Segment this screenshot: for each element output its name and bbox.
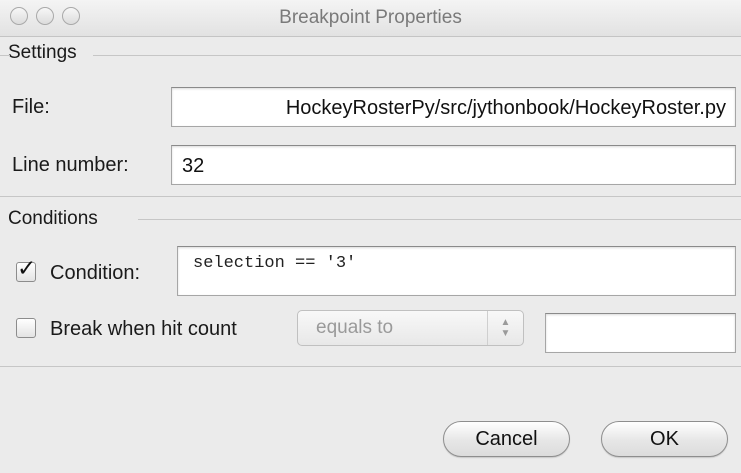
window-title: Breakpoint Properties xyxy=(279,7,462,28)
line-number-label: Line number: xyxy=(12,154,129,176)
hit-count-mode-value: equals to xyxy=(316,317,394,338)
line-number-field[interactable]: 32 xyxy=(171,145,736,185)
title-bar: Breakpoint Properties xyxy=(0,0,741,37)
cancel-button[interactable]: Cancel xyxy=(443,421,570,457)
hit-count-mode-select[interactable]: equals to ▲ ▼ xyxy=(297,310,524,346)
condition-field[interactable]: selection == '3' xyxy=(177,246,736,296)
file-field-value: HockeyRosterPy/src/jythonbook/HockeyRost… xyxy=(285,97,726,119)
hit-count-checkbox[interactable] xyxy=(16,318,36,338)
hit-count-field[interactable] xyxy=(545,313,736,353)
file-field[interactable]: HockeyRosterPy/src/jythonbook/HockeyRost… xyxy=(171,87,736,127)
updown-arrows-icon: ▲ ▼ xyxy=(487,311,523,345)
condition-checkbox[interactable]: ✓ xyxy=(16,257,36,282)
conditions-section-label: Conditions xyxy=(8,208,98,229)
ok-button[interactable]: OK xyxy=(601,421,728,457)
settings-separator-left xyxy=(0,55,10,56)
buttons-separator xyxy=(0,366,741,367)
condition-label: Condition: xyxy=(50,262,141,284)
checkmark-icon: ✓ xyxy=(17,255,37,281)
hit-count-label: Break when hit count xyxy=(50,318,237,340)
settings-separator xyxy=(93,55,741,56)
conditions-separator xyxy=(138,219,741,220)
file-label: File: xyxy=(12,96,50,118)
settings-section-label: Settings xyxy=(8,42,77,63)
conditions-top-separator xyxy=(0,196,741,197)
